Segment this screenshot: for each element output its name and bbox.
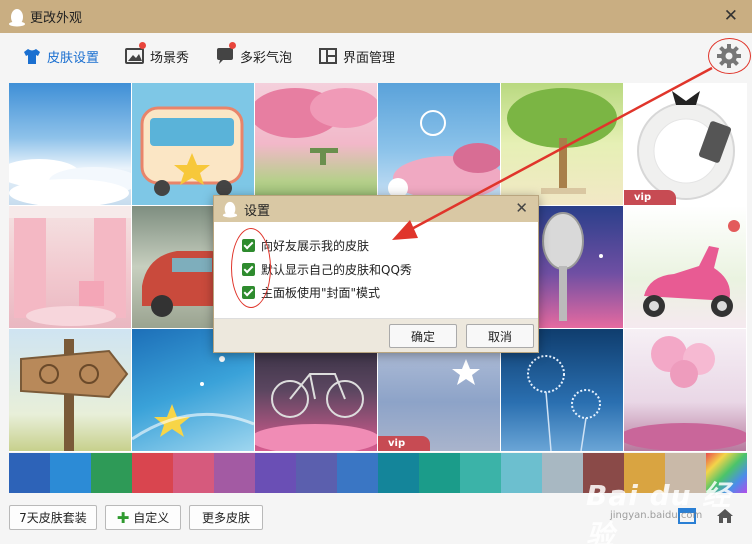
watermark: Bai du 经验 (586, 479, 732, 544)
qq-penguin-icon (9, 8, 25, 26)
color-swatch[interactable] (296, 453, 337, 493)
skin-tile[interactable] (9, 329, 131, 451)
button-label: 取消 (487, 329, 512, 344)
color-swatch[interactable] (501, 453, 542, 493)
skin-tile[interactable] (501, 83, 623, 205)
option-label: 向好友展示我的皮肤 (261, 239, 370, 253)
color-swatch[interactable] (378, 453, 419, 493)
skin-tile[interactable] (624, 329, 746, 451)
window-title: 更改外观 (30, 11, 83, 26)
skin-tile[interactable] (378, 83, 500, 205)
color-swatch[interactable] (132, 453, 173, 493)
vip-badge: vip (378, 436, 430, 451)
color-swatch[interactable] (255, 453, 296, 493)
color-swatch[interactable] (50, 453, 91, 493)
close-icon[interactable]: ✕ (515, 199, 528, 217)
picture-icon (125, 48, 145, 64)
tab-color-bubbles[interactable]: 多彩气泡 (215, 40, 292, 72)
skin-tile[interactable]: vip (624, 83, 746, 205)
layout-icon (319, 48, 338, 64)
badge-dot (139, 42, 147, 49)
plus-icon: ✚ (116, 508, 130, 527)
tab-label: 多彩气泡 (240, 50, 293, 66)
button-label: 7天皮肤套装 (19, 511, 87, 525)
badge-dot (229, 42, 237, 49)
skin-tile[interactable] (9, 83, 131, 205)
dialog-title: 设置 (244, 203, 271, 219)
skin-tile[interactable] (624, 206, 746, 328)
dialog-title-bar: 设置 (214, 196, 538, 222)
qq-penguin-icon (222, 201, 238, 218)
skin-tile[interactable] (255, 83, 377, 205)
button-label: 确定 (410, 329, 435, 344)
dialog-footer: 确定 取消 (214, 318, 538, 352)
tab-bar: 皮肤设置 场景秀 多彩气泡 界面管理 (0, 33, 752, 79)
more-skins-button[interactable]: 更多皮肤 (189, 505, 263, 530)
skin-tile[interactable] (9, 206, 131, 328)
option-label: 主面板使用"封面"模式 (261, 286, 381, 300)
tab-label: 皮肤设置 (47, 50, 100, 66)
seven-day-skin-button[interactable]: 7天皮肤套装 (9, 505, 97, 530)
annotation-circle (708, 38, 751, 74)
custom-button[interactable]: ✚ 自定义 (105, 505, 181, 530)
tab-scene-show[interactable]: 场景秀 (125, 40, 189, 72)
tab-label: 界面管理 (343, 50, 396, 66)
color-swatch[interactable] (460, 453, 501, 493)
button-label: 更多皮肤 (201, 511, 250, 525)
vip-badge: vip (624, 190, 676, 205)
title-bar: 更改外观 ✕ (0, 0, 752, 33)
close-icon[interactable]: ✕ (724, 6, 738, 26)
shirt-icon (24, 49, 40, 64)
option-label: 默认显示自己的皮肤和QQ秀 (261, 263, 412, 277)
color-swatch[interactable] (542, 453, 583, 493)
annotation-oval (231, 228, 271, 308)
color-swatch[interactable] (337, 453, 378, 493)
button-label: 自定义 (133, 511, 170, 525)
color-swatch[interactable] (419, 453, 460, 493)
color-swatch[interactable] (91, 453, 132, 493)
ok-button[interactable]: 确定 (389, 324, 457, 348)
tab-interface-manage[interactable]: 界面管理 (318, 40, 395, 72)
color-swatch[interactable] (173, 453, 214, 493)
tab-label: 场景秀 (150, 50, 190, 66)
color-swatch[interactable] (214, 453, 255, 493)
tab-skin-settings[interactable]: 皮肤设置 (22, 40, 99, 72)
bubble-icon (217, 48, 234, 64)
watermark-url: jingyan.baidu.com (610, 510, 703, 521)
cancel-button[interactable]: 取消 (466, 324, 534, 348)
color-swatch[interactable] (9, 453, 50, 493)
skin-tile[interactable] (132, 83, 254, 205)
